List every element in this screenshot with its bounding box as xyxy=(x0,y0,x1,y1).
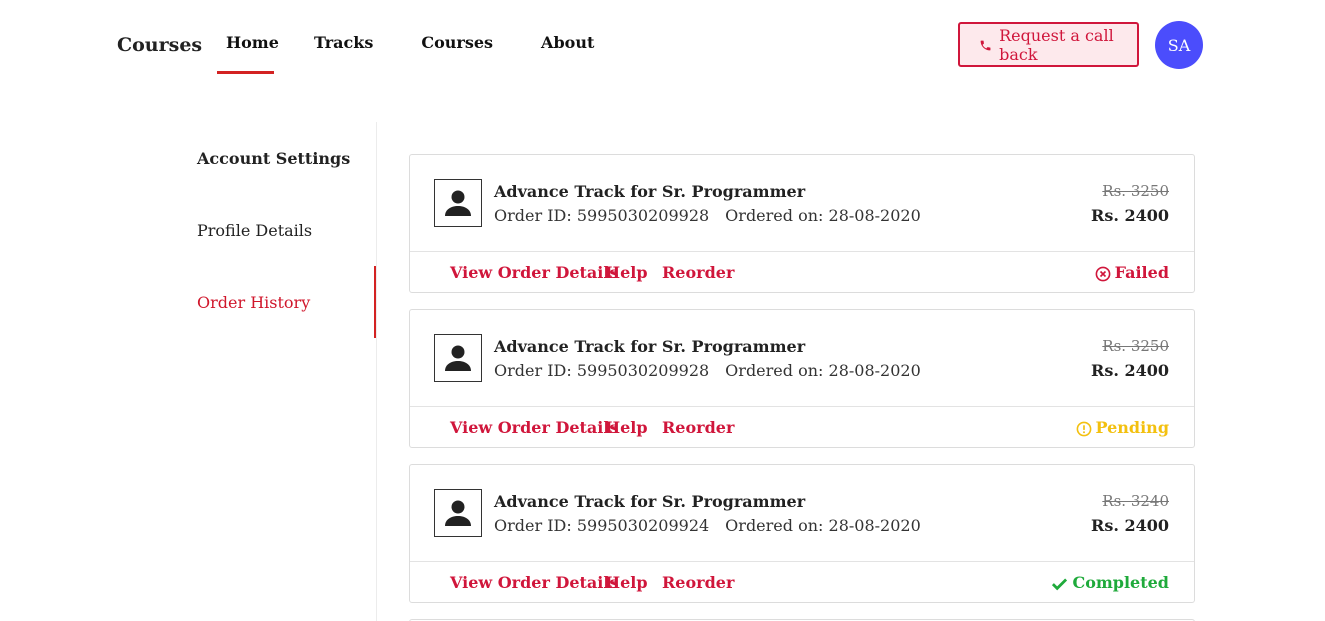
course-thumbnail xyxy=(434,179,482,227)
view-order-details-link[interactable]: View Order Details xyxy=(450,263,618,282)
user-icon xyxy=(445,500,471,526)
help-link[interactable]: Help xyxy=(605,573,648,592)
status-label: Failed xyxy=(1114,263,1169,282)
order-actions: View Order Details Help Reorder Complete… xyxy=(410,562,1194,602)
status-label: Pending xyxy=(1095,418,1170,437)
settings-sidebar: Account Settings Profile Details Order H… xyxy=(0,122,377,621)
exclamation-circle-icon xyxy=(1076,421,1091,436)
order-id: Order ID: 5995030209928 xyxy=(494,361,710,380)
old-price: Rs. 3250 xyxy=(1102,182,1169,200)
view-order-details-link[interactable]: View Order Details xyxy=(450,573,618,592)
old-price: Rs. 3250 xyxy=(1102,337,1169,355)
check-icon xyxy=(1052,578,1068,591)
status-badge: Failed xyxy=(1095,263,1169,282)
main-nav: Home Tracks Courses About xyxy=(217,0,594,74)
help-link[interactable]: Help xyxy=(605,418,648,437)
order-title: Advance Track for Sr. Programmer xyxy=(494,492,806,511)
ordered-on: Ordered on: 28-08-2020 xyxy=(725,206,921,225)
avatar[interactable]: SA xyxy=(1155,21,1203,69)
order-id: Order ID: 5995030209924 xyxy=(494,516,710,535)
old-price: Rs. 3240 xyxy=(1102,492,1169,510)
order-meta: Order ID: 5995030209928 Ordered on: 28-08… xyxy=(494,206,921,225)
nav-home[interactable]: Home xyxy=(217,0,279,74)
order-card: Advance Track for Sr. Programmer Order I… xyxy=(409,154,1195,293)
reorder-link[interactable]: Reorder xyxy=(662,418,734,437)
user-icon xyxy=(445,190,471,216)
order-title: Advance Track for Sr. Programmer xyxy=(494,182,806,201)
order-summary: Advance Track for Sr. Programmer Order I… xyxy=(410,155,1194,252)
sidebar-item-order-history[interactable]: Order History xyxy=(197,293,310,312)
nav-tracks[interactable]: Tracks xyxy=(314,0,373,74)
sidebar-active-indicator xyxy=(374,266,376,338)
nav-about[interactable]: About xyxy=(541,0,594,74)
reorder-link[interactable]: Reorder xyxy=(662,573,734,592)
phone-icon xyxy=(980,40,991,51)
new-price: Rs. 2400 xyxy=(1091,361,1169,380)
course-thumbnail xyxy=(434,334,482,382)
callback-label: Request a call back xyxy=(999,25,1114,64)
order-summary: Advance Track for Sr. Programmer Order I… xyxy=(410,310,1194,407)
brand-logo[interactable]: Courses xyxy=(117,34,202,56)
order-card: Advance Track for Sr. Programmer Order I… xyxy=(409,464,1195,603)
status-label: Completed xyxy=(1072,573,1169,592)
order-summary: Advance Track for Sr. Programmer Order I… xyxy=(410,465,1194,562)
order-meta: Order ID: 5995030209924 Ordered on: 28-08… xyxy=(494,516,921,535)
help-link[interactable]: Help xyxy=(605,263,648,282)
order-id: Order ID: 5995030209928 xyxy=(494,206,710,225)
view-order-details-link[interactable]: View Order Details xyxy=(450,418,618,437)
status-badge: Completed xyxy=(1051,573,1169,592)
order-card: Advance Track for Sr. Programmer Order I… xyxy=(409,309,1195,448)
status-badge: Pending xyxy=(1076,418,1170,437)
order-meta: Order ID: 5995030209928 Ordered on: 28-08… xyxy=(494,361,921,380)
order-actions: View Order Details Help Reorder Pending xyxy=(410,407,1194,447)
ordered-on: Ordered on: 28-08-2020 xyxy=(725,361,921,380)
reorder-link[interactable]: Reorder xyxy=(662,263,734,282)
sidebar-item-profile-details[interactable]: Profile Details xyxy=(197,221,312,240)
order-actions: View Order Details Help Reorder Failed xyxy=(410,252,1194,292)
course-thumbnail xyxy=(434,489,482,537)
ordered-on: Ordered on: 28-08-2020 xyxy=(725,516,921,535)
request-callback-button[interactable]: Request a call back xyxy=(958,22,1139,67)
nav-courses[interactable]: Courses xyxy=(421,0,493,74)
new-price: Rs. 2400 xyxy=(1091,516,1169,535)
user-icon xyxy=(445,345,471,371)
x-circle-icon xyxy=(1095,266,1111,281)
order-title: Advance Track for Sr. Programmer xyxy=(494,337,806,356)
new-price: Rs. 2400 xyxy=(1091,206,1169,225)
sidebar-heading: Account Settings xyxy=(197,149,351,168)
